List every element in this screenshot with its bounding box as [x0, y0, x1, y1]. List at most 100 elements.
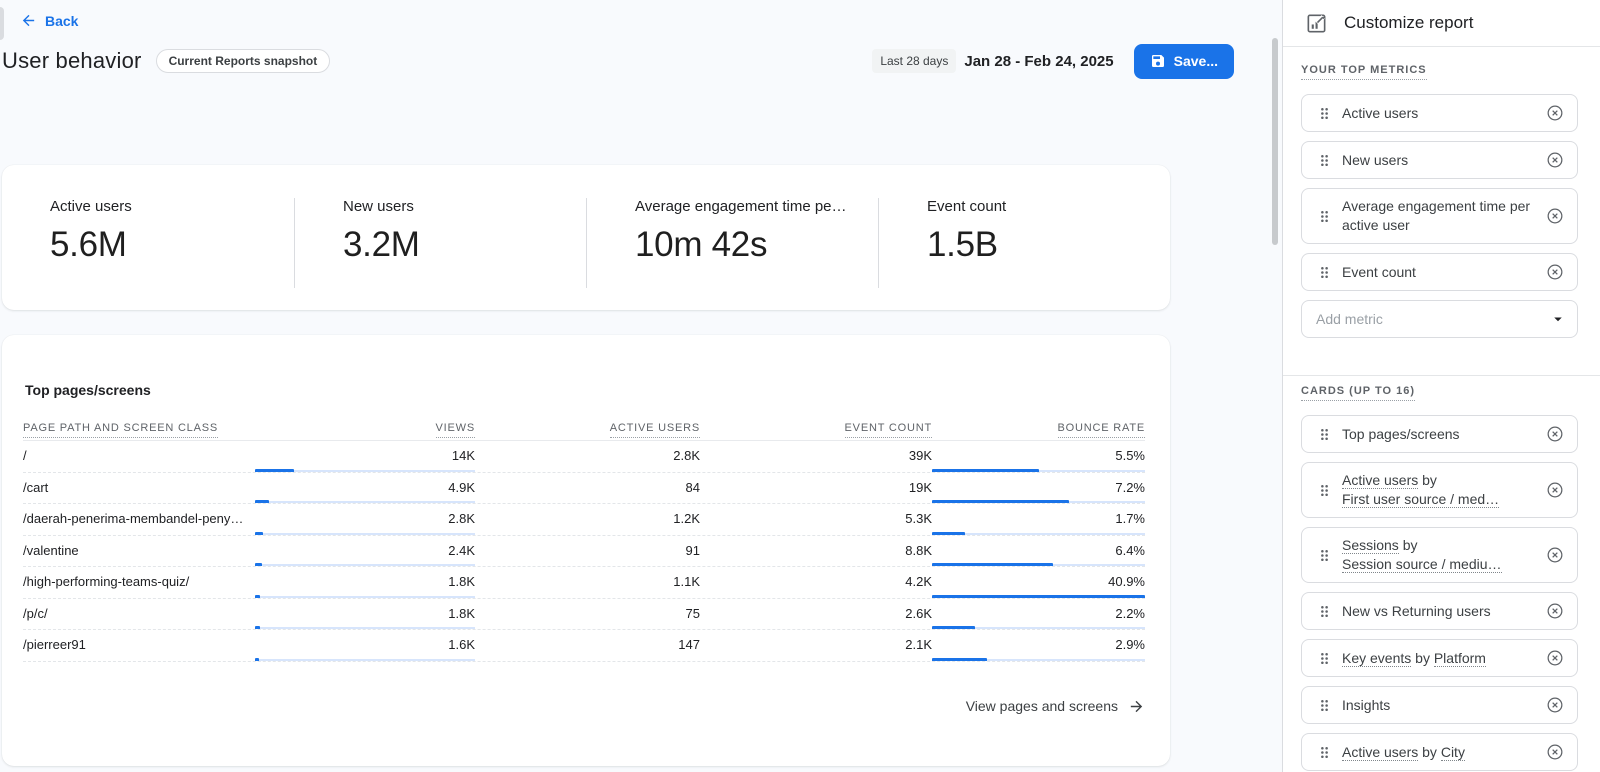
top-pages-card: Top pages/screens PAGE PATH AND SCREEN C… [2, 335, 1170, 766]
remove-item-button[interactable] [1543, 646, 1567, 670]
date-range[interactable]: Jan 28 - Feb 24, 2025 [964, 53, 1113, 70]
save-button[interactable]: Save... [1134, 44, 1234, 79]
save-icon [1150, 53, 1166, 69]
drag-indicator-icon[interactable] [1316, 105, 1333, 122]
bar-fill [255, 626, 260, 629]
table-row[interactable]: /p/c/1.8K752.6K2.2% [23, 599, 1145, 631]
panel-item-card-active-users-by-city[interactable]: Active users by City [1301, 733, 1578, 771]
column-header-bounce-rate[interactable]: BOUNCE RATE [932, 422, 1145, 434]
panel-item-label: New users [1342, 147, 1408, 174]
remove-item-button[interactable] [1543, 101, 1567, 125]
title-row: User behavior Current Reports snapshot L… [0, 42, 1282, 80]
drag-indicator-icon[interactable] [1316, 697, 1333, 714]
table-row[interactable]: /pierreer911.6K1472.1K2.9% [23, 630, 1145, 662]
bar-fill [255, 563, 262, 566]
save-label: Save... [1174, 53, 1218, 69]
summary-metric: Average engagement time pe…10m 42s [586, 198, 878, 288]
drag-indicator-icon[interactable] [1316, 650, 1333, 667]
cell-views: 1.8K [255, 567, 475, 598]
bar-fill [932, 500, 1069, 503]
remove-circle-icon [1545, 206, 1565, 226]
panel-item-card-insights[interactable]: Insights [1301, 686, 1578, 724]
column-header-active-users[interactable]: ACTIVE USERS [475, 422, 700, 434]
cell-views: 1.8K [255, 599, 475, 630]
main-scrollbar-thumb[interactable] [1272, 38, 1278, 245]
remove-item-button[interactable] [1543, 204, 1567, 228]
drag-indicator-icon[interactable] [1316, 152, 1333, 169]
summary-metric: New users3.2M [294, 198, 586, 288]
view-pages-link[interactable]: View pages and screens [23, 698, 1145, 715]
table-row[interactable]: /valentine2.4K918.8K6.4% [23, 536, 1145, 568]
bar-fill [932, 563, 1053, 566]
metrics-section-label: YOUR TOP METRICS [1301, 64, 1600, 76]
panel-item-metric-active-users[interactable]: Active users [1301, 94, 1578, 132]
panel-item-metric-new-users[interactable]: New users [1301, 141, 1578, 179]
table-row[interactable]: /14K2.8K39K5.5% [23, 441, 1145, 473]
panel-header: Customize report [1283, 0, 1600, 47]
remove-circle-icon [1545, 742, 1565, 762]
panel-item-card-key-events-by-platform[interactable]: Key events by Platform [1301, 639, 1578, 677]
summary-metric: Event count 1.5B [878, 198, 1170, 288]
drag-indicator-icon[interactable] [1316, 547, 1333, 564]
cell-event-count: 5.3K [700, 504, 932, 535]
panel-item-card-active-users-by-first-user-sou[interactable]: Active users byFirst user source / med… [1301, 462, 1578, 518]
panel-item-card-sessions-by-session-source-med[interactable]: Sessions bySession source / mediu… [1301, 527, 1578, 583]
remove-item-button[interactable] [1543, 148, 1567, 172]
cell-active-users: 2.8K [475, 441, 700, 472]
bar-fill [255, 469, 294, 472]
panel-item-card-top-pages-screens[interactable]: Top pages/screens [1301, 415, 1578, 453]
drag-indicator-icon[interactable] [1316, 603, 1333, 620]
metrics-list: Active users New users Average engagement … [1283, 94, 1600, 291]
bar-fill [255, 595, 260, 598]
add-metric-dropdown[interactable]: Add metric [1301, 300, 1578, 338]
column-header-event-count[interactable]: EVENT COUNT [700, 422, 932, 434]
bar-fill [932, 658, 987, 661]
panel-item-label: Key events by Platform [1342, 645, 1486, 672]
panel-item-metric-average-engagement-time-per-ac[interactable]: Average engagement time per active user [1301, 188, 1578, 244]
panel-item-card-new-vs-returning-users[interactable]: New vs Returning users [1301, 592, 1578, 630]
cell-active-users: 1.2K [475, 504, 700, 535]
remove-item-button[interactable] [1543, 740, 1567, 764]
remove-item-button[interactable] [1543, 478, 1567, 502]
drag-indicator-icon[interactable] [1316, 426, 1333, 443]
table-row[interactable]: /high-performing-teams-quiz/1.8K1.1K4.2K… [23, 567, 1145, 599]
summary-metric-value: 1.5B [927, 225, 1170, 265]
bar-track [255, 596, 475, 598]
column-header-views[interactable]: VIEWS [255, 422, 475, 434]
snapshot-badge[interactable]: Current Reports snapshot [156, 49, 331, 73]
remove-item-button[interactable] [1543, 422, 1567, 446]
remove-item-button[interactable] [1543, 260, 1567, 284]
date-preset-chip[interactable]: Last 28 days [872, 49, 956, 73]
cards-section-label: CARDS (UP TO 16) [1301, 385, 1600, 397]
cell-event-count: 19K [700, 473, 932, 504]
column-header-page-path[interactable]: PAGE PATH AND SCREEN CLASS [23, 422, 255, 434]
remove-item-button[interactable] [1543, 543, 1567, 567]
add-metric-placeholder: Add metric [1316, 311, 1383, 327]
cell-page-path: /daerah-penerima-membandel-peny… [23, 504, 255, 535]
cell-bounce-rate: 5.5% [932, 441, 1145, 472]
remove-item-button[interactable] [1543, 599, 1567, 623]
remove-item-button[interactable] [1543, 693, 1567, 717]
customize-report-panel: Customize report YOUR TOP METRICS Active… [1282, 0, 1600, 772]
remove-circle-icon [1545, 648, 1565, 668]
summary-metric: Active users5.6M [2, 165, 294, 310]
cell-event-count: 4.2K [700, 567, 932, 598]
panel-item-label: Sessions bySession source / mediu… [1342, 532, 1502, 578]
panel-item-metric-event-count[interactable]: Event count [1301, 253, 1578, 291]
cell-views: 14K [255, 441, 475, 472]
bar-fill [255, 532, 263, 535]
drag-indicator-icon[interactable] [1316, 482, 1333, 499]
drag-indicator-icon[interactable] [1316, 208, 1333, 225]
drag-indicator-icon[interactable] [1316, 264, 1333, 281]
back-button[interactable]: Back [20, 12, 78, 29]
table-header-row: PAGE PATH AND SCREEN CLASS VIEWS ACTIVE … [23, 422, 1145, 441]
summary-metric-label: Event count [927, 198, 1170, 215]
bar-track [255, 659, 475, 661]
table-row[interactable]: /daerah-penerima-membandel-peny…2.8K1.2K… [23, 504, 1145, 536]
page-title: User behavior [2, 48, 142, 74]
remove-circle-icon [1545, 480, 1565, 500]
table-row[interactable]: /cart4.9K8419K7.2% [23, 473, 1145, 505]
remove-circle-icon [1545, 103, 1565, 123]
drag-indicator-icon[interactable] [1316, 744, 1333, 761]
view-pages-label: View pages and screens [966, 698, 1118, 714]
